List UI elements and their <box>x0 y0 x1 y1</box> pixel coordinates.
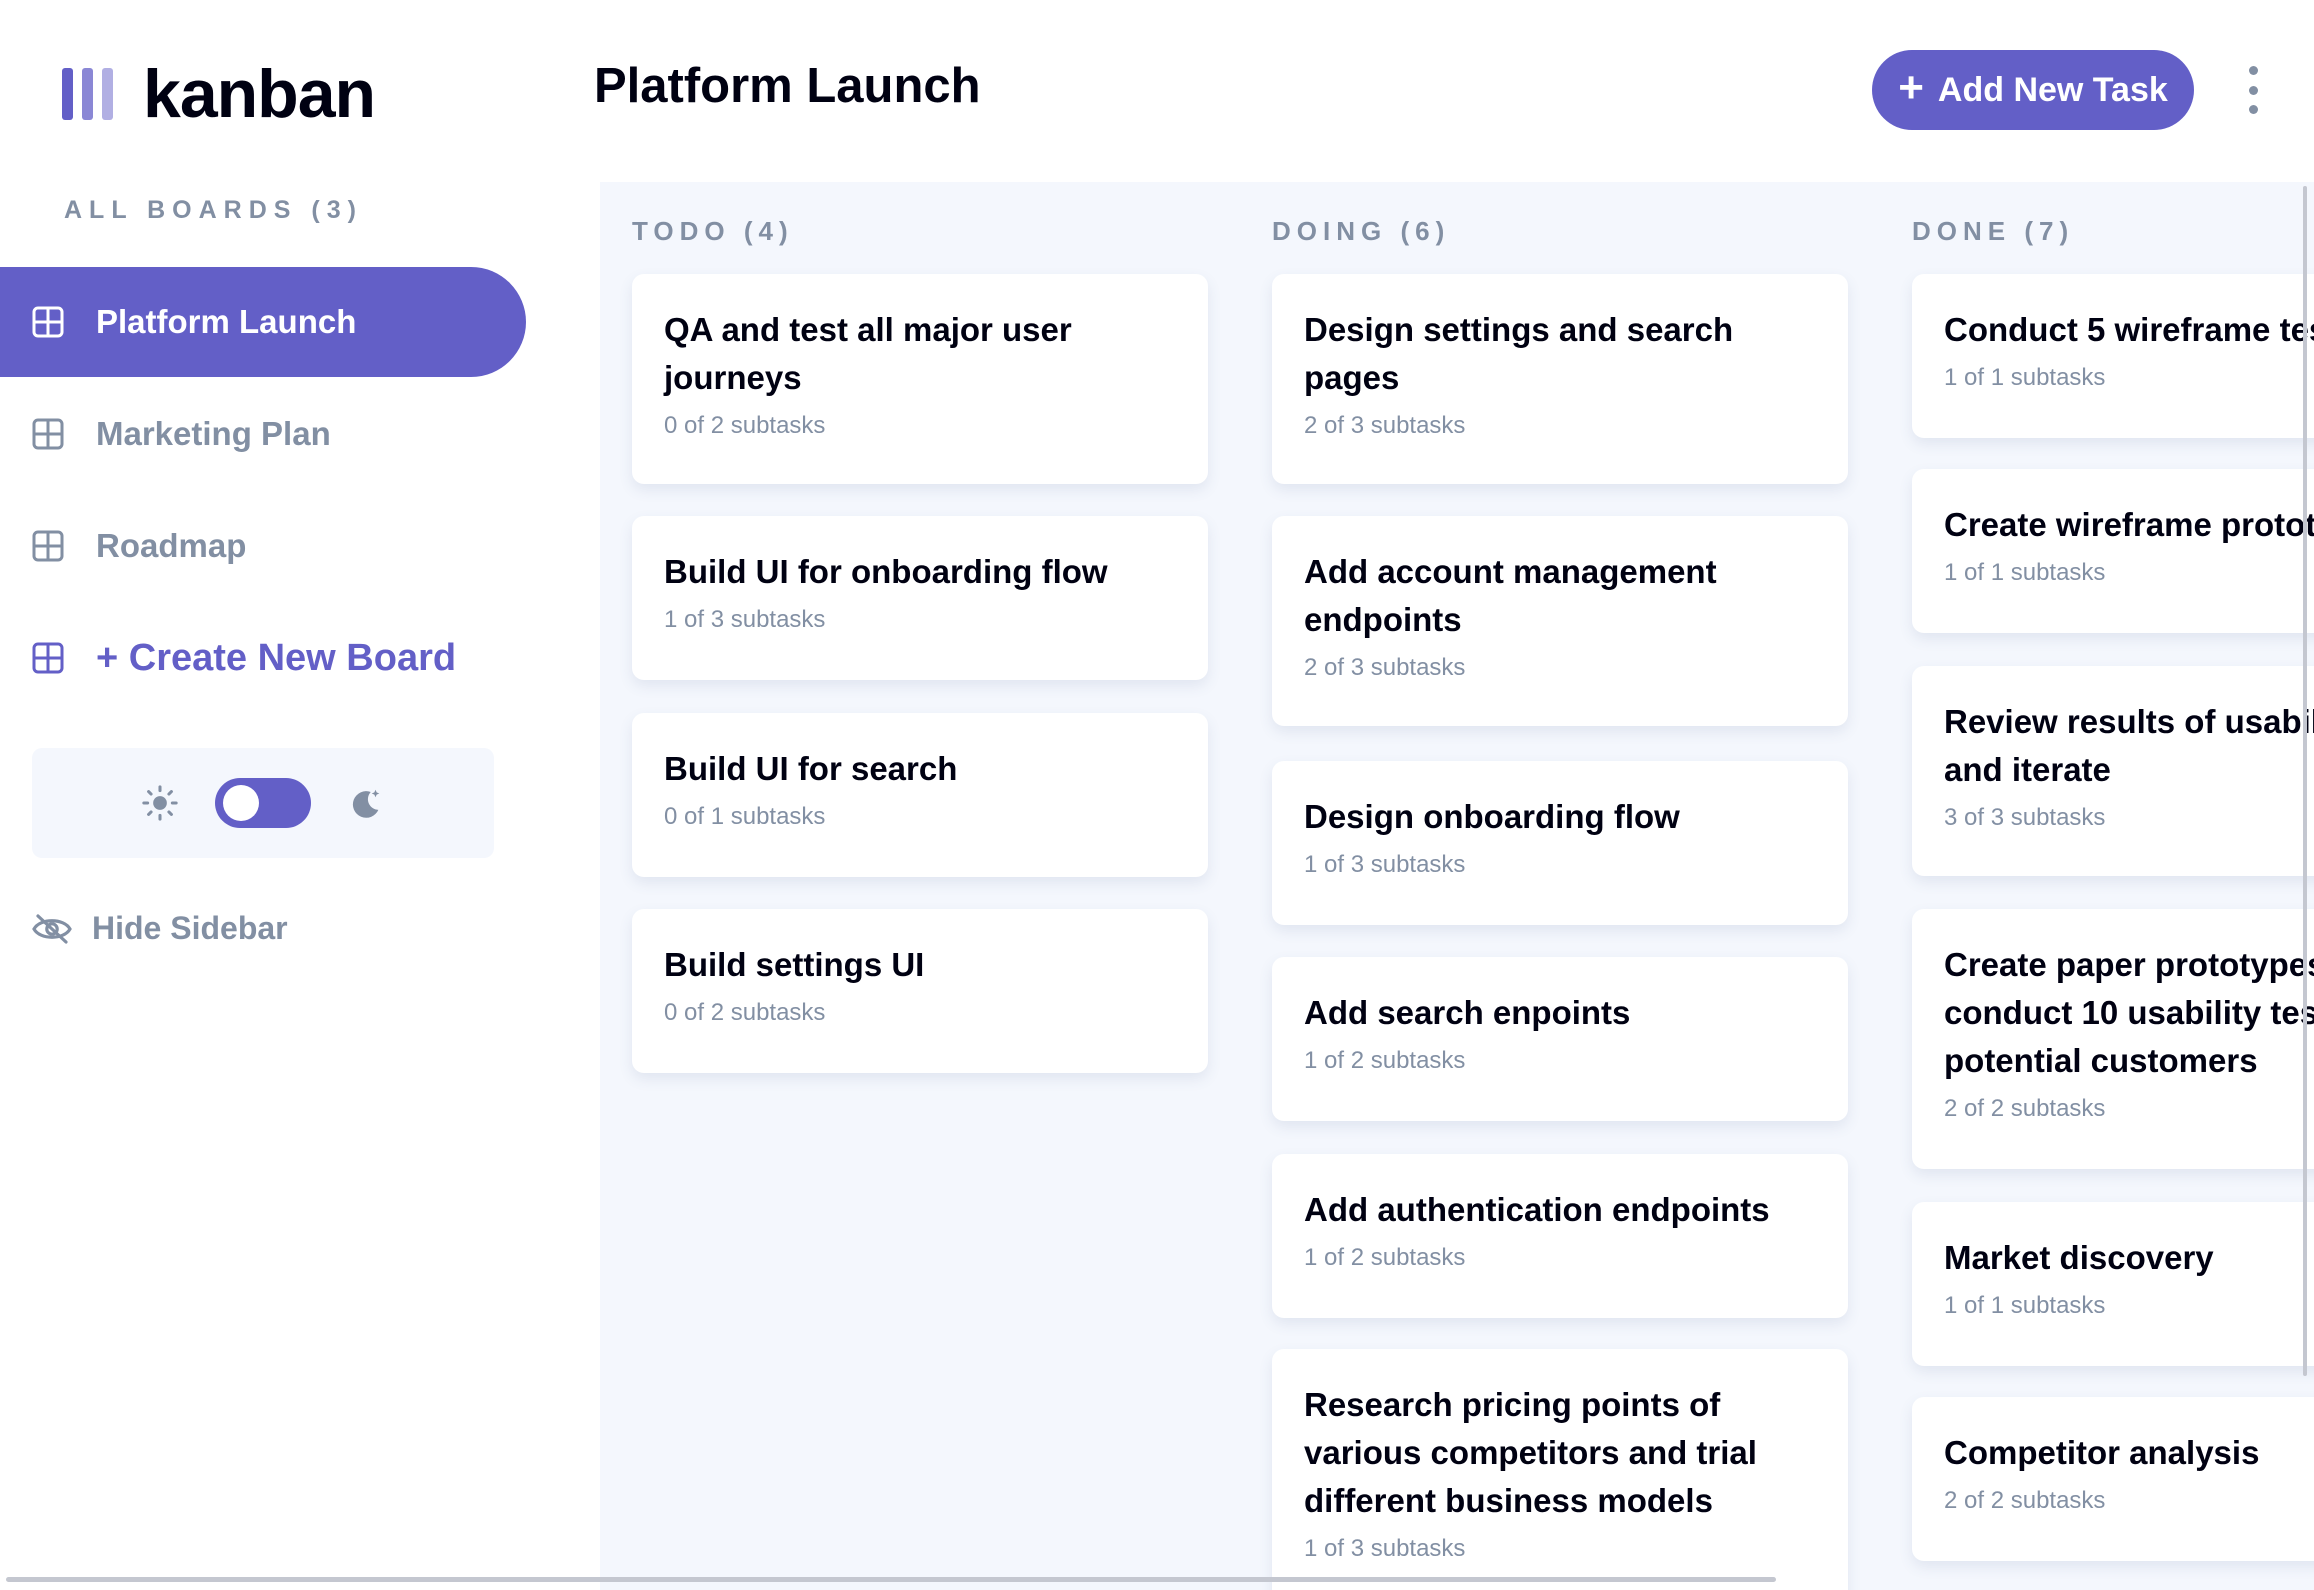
vertical-scrollbar[interactable] <box>2303 186 2307 1376</box>
vertical-ellipsis-icon[interactable] <box>2244 66 2262 114</box>
task-title: Design settings and search pages <box>1304 311 1734 396</box>
task-title: Build UI for onboarding flow <box>664 553 1108 590</box>
plus-icon: + <box>1898 63 1924 112</box>
sidebar-item-label: Roadmap <box>96 527 247 564</box>
task-subtasks: 0 of 2 subtasks <box>664 999 826 1026</box>
create-new-board-button[interactable]: + Create New Board <box>0 603 526 713</box>
task-subtasks: 0 of 2 subtasks <box>664 412 826 439</box>
task-title: Conduct 5 wireframe tests <box>1944 311 2314 348</box>
hide-sidebar-button[interactable]: Hide Sidebar <box>32 910 288 947</box>
board-area: TODO (4) QA and test all major user jour… <box>600 182 2314 1590</box>
task-subtasks: 2 of 2 subtasks <box>1944 1095 2106 1122</box>
task-title: Add account management endpoints <box>1304 553 1717 638</box>
task-title: Add search enpoints <box>1304 994 1631 1031</box>
dark-mode-switch[interactable] <box>215 778 311 828</box>
task-title: Build UI for search <box>664 750 958 787</box>
task-card[interactable]: Build UI for search 0 of 1 subtasks <box>632 713 1208 877</box>
task-card[interactable]: Create wireframe prototype 1 of 1 subtas… <box>1912 469 2314 633</box>
sidebar-item-label: Marketing Plan <box>96 415 331 452</box>
column-title: TODO (4) <box>632 216 794 246</box>
sun-icon <box>141 784 179 822</box>
sidebar-item-label: Platform Launch <box>96 303 357 340</box>
task-card[interactable]: Conduct 5 wireframe tests 1 of 1 subtask… <box>1912 274 2314 438</box>
task-card[interactable]: Add account management endpoints 2 of 3 … <box>1272 516 1848 726</box>
task-title: Build settings UI <box>664 946 925 983</box>
horizontal-scrollbar[interactable] <box>6 1577 1776 1582</box>
logo-text: kanban <box>143 56 376 132</box>
app-root: kanban Platform Launch + Add New Task AL… <box>0 0 2314 1590</box>
switch-knob <box>223 785 259 821</box>
task-subtasks: 1 of 2 subtasks <box>1304 1244 1466 1271</box>
hide-sidebar-label: Hide Sidebar <box>92 910 288 946</box>
board-icon <box>32 530 64 562</box>
task-card[interactable]: Add authentication endpoints 1 of 2 subt… <box>1272 1154 1848 1318</box>
add-new-task-button[interactable]: + Add New Task <box>1872 50 2194 130</box>
task-card[interactable]: Create paper prototypes and conduct 10 u… <box>1912 909 2314 1169</box>
task-card[interactable]: Build settings UI 0 of 2 subtasks <box>632 909 1208 1073</box>
task-title: Create paper prototypes and conduct 10 u… <box>1944 946 2314 1079</box>
task-card[interactable]: Review results of usability tests and it… <box>1912 666 2314 876</box>
task-subtasks: 1 of 3 subtasks <box>1304 1535 1466 1562</box>
task-title: Add authentication endpoints <box>1304 1191 1770 1228</box>
task-subtasks: 1 of 3 subtasks <box>1304 851 1466 878</box>
task-subtasks: 2 of 3 subtasks <box>1304 412 1466 439</box>
task-subtasks: 3 of 3 subtasks <box>1944 804 2106 831</box>
board-icon <box>32 642 64 674</box>
task-card[interactable]: Design onboarding flow 1 of 3 subtasks <box>1272 761 1848 925</box>
create-new-board-label: + Create New Board <box>96 636 457 679</box>
task-subtasks: 1 of 1 subtasks <box>1944 1292 2106 1319</box>
task-subtasks: 0 of 1 subtasks <box>664 803 826 830</box>
task-card[interactable]: Research pricing points of various compe… <box>1272 1349 1848 1590</box>
add-new-task-label: Add New Task <box>1937 70 2168 109</box>
sidebar-item-roadmap[interactable]: Roadmap <box>0 491 526 601</box>
task-card[interactable]: Add search enpoints 1 of 2 subtasks <box>1272 957 1848 1121</box>
column-title: DONE (7) <box>1912 216 2075 246</box>
task-subtasks: 2 of 2 subtasks <box>1944 1487 2106 1514</box>
moon-icon <box>347 784 385 822</box>
page-title: Platform Launch <box>594 59 981 113</box>
task-subtasks: 1 of 2 subtasks <box>1304 1047 1466 1074</box>
task-card[interactable]: QA and test all major user journeys 0 of… <box>632 274 1208 484</box>
task-title: Research pricing points of various compe… <box>1304 1386 1757 1519</box>
board-icon <box>32 418 64 450</box>
task-title: Market discovery <box>1944 1239 2214 1276</box>
theme-toggle <box>32 748 494 858</box>
eye-slash-icon <box>32 913 72 944</box>
app-logo: kanban <box>62 56 376 132</box>
task-card[interactable]: Competitor analysis 2 of 2 subtasks <box>1912 1397 2314 1561</box>
task-card[interactable]: Design settings and search pages 2 of 3 … <box>1272 274 1848 484</box>
task-subtasks: 1 of 3 subtasks <box>664 606 826 633</box>
task-title: Review results of usability tests and it… <box>1944 703 2314 788</box>
sidebar-item-platform-launch[interactable]: Platform Launch <box>0 267 526 377</box>
column-title: DOING (6) <box>1272 216 1451 246</box>
task-subtasks: 2 of 3 subtasks <box>1304 654 1466 681</box>
task-title: Create wireframe prototype <box>1944 506 2314 543</box>
logo-icon <box>62 68 113 120</box>
task-subtasks: 1 of 1 subtasks <box>1944 559 2106 586</box>
board-icon <box>32 306 64 338</box>
all-boards-heading: ALL BOARDS (3) <box>64 196 363 224</box>
task-card[interactable]: Market discovery 1 of 1 subtasks <box>1912 1202 2314 1366</box>
task-subtasks: 1 of 1 subtasks <box>1944 364 2106 391</box>
task-title: Competitor analysis <box>1944 1434 2260 1471</box>
task-card[interactable]: Build UI for onboarding flow 1 of 3 subt… <box>632 516 1208 680</box>
task-title: QA and test all major user journeys <box>664 311 1072 396</box>
task-title: Design onboarding flow <box>1304 798 1680 835</box>
sidebar-item-marketing-plan[interactable]: Marketing Plan <box>0 379 526 489</box>
